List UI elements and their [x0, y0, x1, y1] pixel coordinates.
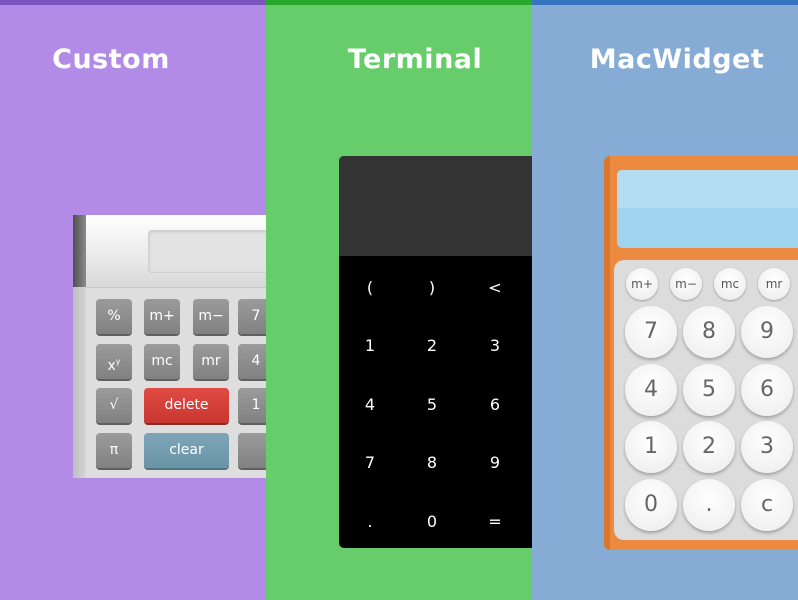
- backspace-key[interactable]: <: [475, 273, 515, 303]
- digit-0-key[interactable]: 0: [412, 507, 452, 537]
- close-paren-key[interactable]: ): [412, 273, 452, 303]
- macwidget-accent-bar: [532, 0, 798, 5]
- digit-4-key[interactable]: 4: [238, 344, 266, 379]
- digit-0-key[interactable]: 0: [625, 479, 677, 531]
- memory-clear-key[interactable]: mc: [714, 268, 746, 300]
- digit-7-key[interactable]: 7: [350, 448, 390, 478]
- digit-9-key[interactable]: 9: [741, 306, 793, 358]
- display-highlight: [617, 170, 798, 208]
- digit-5-key[interactable]: 5: [412, 390, 452, 420]
- custom-accent-bar: [0, 0, 266, 5]
- open-paren-key[interactable]: (: [350, 273, 390, 303]
- calculator-header: [86, 215, 266, 288]
- pi-key[interactable]: π: [96, 433, 132, 468]
- memory-add-key[interactable]: m+: [626, 268, 658, 300]
- memory-subtract-key[interactable]: m−: [670, 268, 702, 300]
- digit-4-key[interactable]: 4: [625, 364, 677, 416]
- macwidget-title: MacWidget: [589, 44, 765, 75]
- calculator-edge-lower: [73, 287, 86, 478]
- terminal-title: Terminal: [347, 44, 483, 75]
- digit-1-key[interactable]: 1: [625, 421, 677, 473]
- digit-7-key[interactable]: 7: [238, 299, 266, 334]
- delete-button[interactable]: delete: [144, 388, 229, 423]
- digit-1-key[interactable]: 1: [350, 331, 390, 361]
- digit-4-key[interactable]: 4: [350, 390, 390, 420]
- digit-8-key[interactable]: 8: [683, 306, 735, 358]
- macwidget-panel: MacWidget m+ m− mc mr 7 8 9 4 5 6 1 2 3 …: [532, 0, 798, 600]
- digit-2-key[interactable]: 2: [412, 331, 452, 361]
- digit-3-key[interactable]: 3: [475, 331, 515, 361]
- power-key-exponent: y: [115, 357, 121, 366]
- square-root-key[interactable]: √: [96, 388, 132, 423]
- digit-8-key[interactable]: 8: [412, 448, 452, 478]
- decimal-key[interactable]: .: [683, 479, 735, 531]
- percent-key[interactable]: %: [96, 299, 132, 334]
- memory-subtract-key[interactable]: m−: [193, 299, 229, 334]
- digit-6-key[interactable]: 6: [475, 390, 515, 420]
- terminal-accent-bar: [266, 0, 532, 5]
- memory-recall-key[interactable]: mr: [758, 268, 790, 300]
- calculator-display: [617, 170, 798, 248]
- digit-9-key[interactable]: 9: [475, 448, 515, 478]
- digit-5-key[interactable]: 5: [683, 364, 735, 416]
- terminal-panel: Terminal ( ) < 1 2 3 4 5 6 7 8 9 . 0 =: [266, 0, 532, 600]
- digit-6-key[interactable]: 6: [741, 364, 793, 416]
- memory-clear-key[interactable]: mc: [144, 344, 180, 379]
- decimal-key[interactable]: .: [350, 507, 390, 537]
- digit-7-key[interactable]: 7: [625, 306, 677, 358]
- digit-2-key[interactable]: 2: [683, 421, 735, 473]
- custom-title: Custom: [52, 44, 170, 75]
- equals-key[interactable]: =: [475, 507, 515, 537]
- custom-panel: Custom % m+ m− 7 xy mc mr 4 √ delete 1 π…: [0, 0, 266, 600]
- keypad: m+ m− mc mr 7 8 9 4 5 6 1 2 3 0 . c: [614, 260, 798, 540]
- power-key-base: x: [107, 358, 116, 374]
- calculator-display: [339, 156, 532, 256]
- digit-3-key[interactable]: 3: [741, 421, 793, 473]
- clear-button[interactable]: clear: [144, 433, 229, 468]
- memory-recall-key[interactable]: mr: [193, 344, 229, 379]
- calculator-side-shade: [604, 156, 610, 550]
- power-key[interactable]: xy: [96, 344, 132, 379]
- memory-add-key[interactable]: m+: [144, 299, 180, 334]
- digit-1-key[interactable]: 1: [238, 388, 266, 423]
- calculator-display: [148, 230, 266, 273]
- terminal-calculator: ( ) < 1 2 3 4 5 6 7 8 9 . 0 =: [339, 156, 532, 548]
- macwidget-calculator: m+ m− mc mr 7 8 9 4 5 6 1 2 3 0 . c: [604, 156, 798, 550]
- partial-key[interactable]: [238, 433, 266, 468]
- clear-key[interactable]: c: [741, 479, 793, 531]
- custom-calculator: % m+ m− 7 xy mc mr 4 √ delete 1 π clear: [73, 215, 266, 478]
